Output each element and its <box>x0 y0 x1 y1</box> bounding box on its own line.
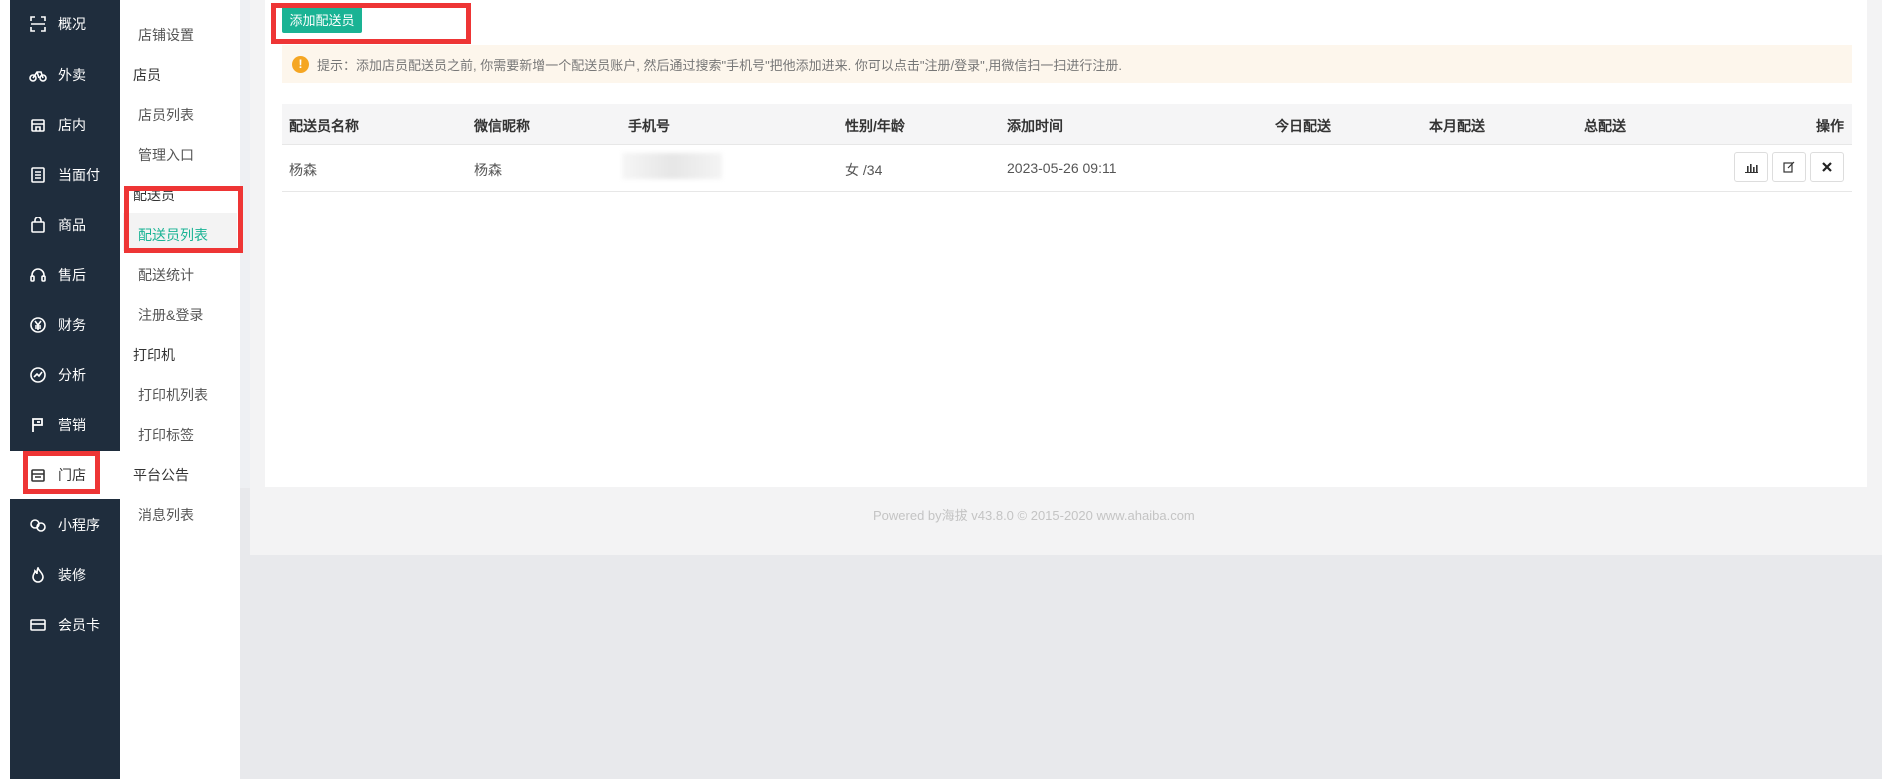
main-sidebar: 概况 外卖 店内 当面付 商品 售后 财务 分析 营销 门店 小程序 装修 会员… <box>10 0 120 779</box>
subnav-print-label[interactable]: 打印标签 <box>138 425 194 445</box>
edit-button[interactable] <box>1772 152 1806 182</box>
nav-label: 店内 <box>58 117 86 133</box>
edit-icon <box>1783 161 1795 173</box>
cell-courier-name: 杨森 <box>289 162 317 178</box>
tip-text: 提示：添加店员配送员之前, 你需要新增一个配送员账户, 然后通过搜索"手机号"把… <box>317 57 1122 73</box>
col-total-deliveries: 总配送 <box>1584 118 1626 134</box>
highlight-courier-list <box>124 186 243 253</box>
chart-icon <box>28 365 48 385</box>
nav-label: 分析 <box>58 367 86 383</box>
nav-item-miniapp[interactable]: 小程序 <box>10 501 120 549</box>
tip-banner: ! 提示：添加店员配送员之前, 你需要新增一个配送员账户, 然后通过搜索"手机号… <box>282 45 1852 83</box>
nav-item-goods[interactable]: 商品 <box>10 201 120 249</box>
nav-label: 会员卡 <box>58 617 100 633</box>
subnav-admin-entry[interactable]: 管理入口 <box>138 145 194 165</box>
scan-icon <box>28 14 48 34</box>
close-icon <box>1822 162 1832 172</box>
nav-label: 概况 <box>58 16 86 32</box>
col-courier-name: 配送员名称 <box>289 118 359 134</box>
col-gender-age: 性别/年龄 <box>845 118 905 134</box>
cell-wechat-nickname: 杨森 <box>474 162 502 178</box>
stats-button[interactable] <box>1734 152 1768 182</box>
highlight-add-button <box>271 3 471 44</box>
left-edge <box>0 0 10 779</box>
subnav-printer-list[interactable]: 打印机列表 <box>138 385 208 405</box>
nav-label: 装修 <box>58 567 86 583</box>
headset-icon <box>28 265 48 285</box>
bar-chart-icon <box>1744 163 1758 173</box>
sub-sidebar: 店铺设置 店员 店员列表 管理入口 配送员 配送员列表 配送统计 注册&登录 打… <box>120 0 240 779</box>
table-row: 杨森 杨森 女 /34 2023-05-26 09:11 <box>282 145 1852 192</box>
nav-item-decoration[interactable]: 装修 <box>10 551 120 599</box>
footer-text: Powered by海拔 v43.8.0 © 2015-2020 www.aha… <box>873 508 1195 523</box>
subnav-staff-list[interactable]: 店员列表 <box>138 105 194 125</box>
list-icon <box>28 165 48 185</box>
card-icon <box>28 615 48 635</box>
subnav-heading-printer: 打印机 <box>133 347 175 363</box>
col-phone: 手机号 <box>628 118 670 134</box>
miniapp-icon <box>28 515 48 535</box>
nav-label: 商品 <box>58 217 86 233</box>
col-month-deliveries: 本月配送 <box>1429 118 1485 134</box>
col-added-time: 添加时间 <box>1007 118 1063 134</box>
nav-item-member-card[interactable]: 会员卡 <box>10 601 120 649</box>
cell-phone-redacted <box>622 153 722 179</box>
col-wechat-nickname: 微信昵称 <box>474 118 530 134</box>
nav-item-after-sales[interactable]: 售后 <box>10 251 120 299</box>
flag-icon <box>28 415 48 435</box>
nav-label: 售后 <box>58 267 86 283</box>
highlight-store-nav <box>23 451 100 494</box>
store-icon <box>28 115 48 135</box>
subnav-heading-notice: 平台公告 <box>133 467 189 483</box>
nav-label: 当面付 <box>58 167 100 183</box>
table-header: 配送员名称 微信昵称 手机号 性别/年龄 添加时间 今日配送 本月配送 总配送 … <box>282 104 1852 145</box>
subnav-delivery-stats[interactable]: 配送统计 <box>138 265 194 285</box>
yen-icon <box>28 315 48 335</box>
nav-label: 外卖 <box>58 67 86 83</box>
nav-item-analysis[interactable]: 分析 <box>10 351 120 399</box>
nav-item-marketing[interactable]: 营销 <box>10 401 120 449</box>
nav-label: 小程序 <box>58 517 100 533</box>
col-actions: 操作 <box>1816 118 1844 134</box>
subnav-store-settings[interactable]: 店铺设置 <box>138 25 194 45</box>
fire-icon <box>28 565 48 585</box>
subnav-heading-staff: 店员 <box>133 67 161 83</box>
col-today-deliveries: 今日配送 <box>1275 118 1331 134</box>
subnav-message-list[interactable]: 消息列表 <box>138 505 194 525</box>
nav-label: 财务 <box>58 317 86 333</box>
cell-gender-age: 女 /34 <box>845 162 883 178</box>
delete-button[interactable] <box>1810 152 1844 182</box>
nav-item-dine-in[interactable]: 店内 <box>10 101 120 149</box>
nav-item-finance[interactable]: 财务 <box>10 301 120 349</box>
warning-icon: ! <box>292 55 309 73</box>
subnav-register-login[interactable]: 注册&登录 <box>138 305 203 325</box>
nav-item-takeout[interactable]: 外卖 <box>10 51 120 99</box>
nav-label: 营销 <box>58 417 86 433</box>
nav-item-face-pay[interactable]: 当面付 <box>10 151 120 199</box>
bag-icon <box>28 215 48 235</box>
nav-item-overview[interactable]: 概况 <box>10 0 120 48</box>
bike-icon <box>28 65 48 85</box>
cell-added-time: 2023-05-26 09:11 <box>1007 160 1117 176</box>
